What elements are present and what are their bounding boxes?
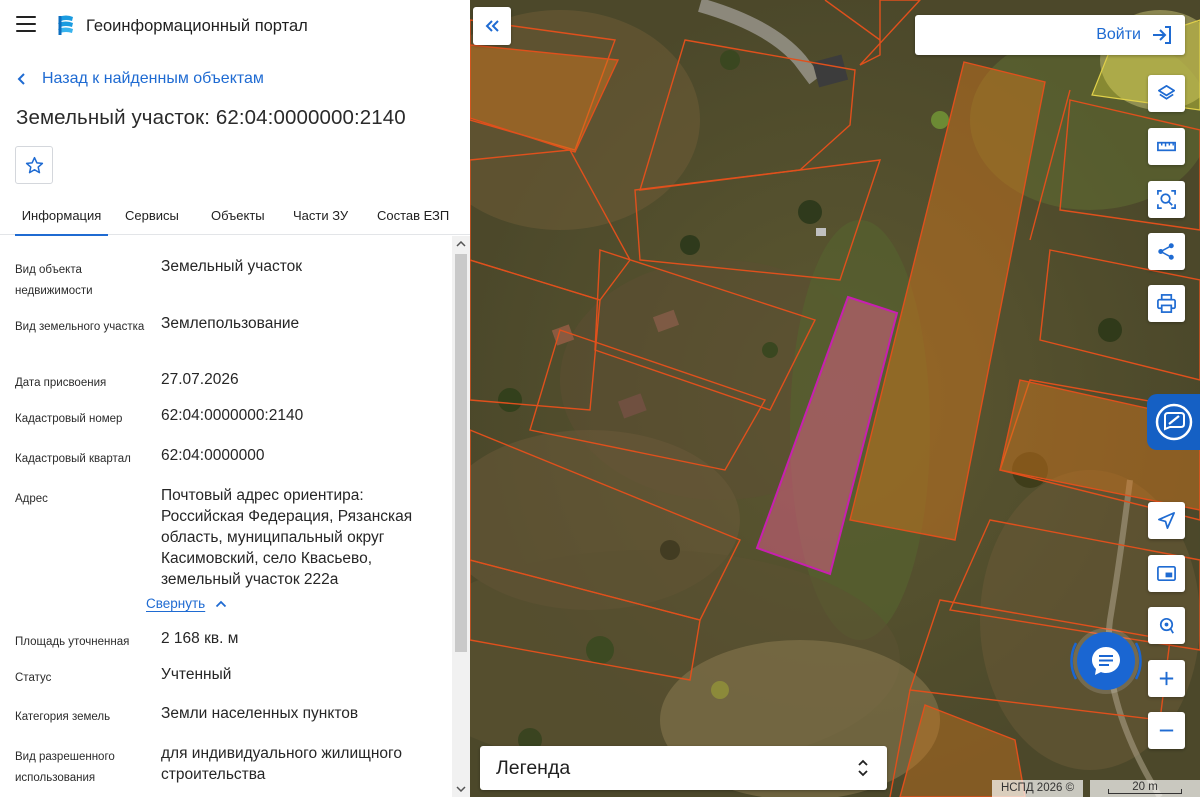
- share-icon: [1158, 243, 1174, 260]
- property-label: Вид земельного участка: [15, 321, 145, 333]
- property-value: Учтенный: [161, 666, 232, 683]
- print-icon: [1157, 294, 1176, 313]
- property-value: 62:04:0000000:2140: [161, 407, 304, 424]
- search-location-button[interactable]: [1148, 607, 1185, 644]
- property-value: Земли населенных пунктов: [161, 705, 359, 722]
- back-link-label: Назад к найденным объектам: [42, 70, 264, 87]
- property-label: Адрес: [15, 493, 48, 505]
- property-value: 2 168 кв. м: [161, 630, 239, 647]
- scroll-up-arrow-icon[interactable]: [452, 236, 470, 252]
- tab-objects[interactable]: Объекты: [211, 196, 265, 235]
- star-icon: [25, 156, 43, 173]
- tab-ezp-composition[interactable]: Состав ЕЗП: [377, 196, 449, 235]
- help-widget-button[interactable]: [1147, 394, 1200, 450]
- chat-bubble-icon: [1092, 647, 1120, 675]
- property-value: 27.07.2026: [161, 371, 239, 388]
- ruler-icon: [1157, 141, 1176, 152]
- panel-scrollbar[interactable]: [452, 236, 470, 797]
- login-button[interactable]: Войти: [915, 15, 1185, 55]
- property-value: Почтовый адрес ориентира: Российская Фед…: [161, 487, 413, 588]
- favorite-button[interactable]: [15, 146, 53, 184]
- chevron-up-icon: [216, 600, 227, 607]
- app-header: Геоинформационный портал: [0, 0, 470, 52]
- property-label: Вид разрешенного использования: [15, 751, 115, 784]
- area-search-icon: [1157, 190, 1176, 209]
- property-value: Земельный участок: [161, 258, 303, 275]
- print-button[interactable]: [1148, 285, 1185, 322]
- area-search-button[interactable]: [1148, 181, 1185, 218]
- property-label: Кадастровый номер: [15, 413, 123, 425]
- property-label: Статус: [15, 672, 52, 684]
- expand-collapse-icon: [858, 759, 868, 777]
- property-label: Кадастровый квартал: [15, 453, 131, 465]
- property-label: Категория земель: [15, 711, 111, 723]
- legend-label: Легенда: [496, 756, 571, 779]
- zoom-out-button[interactable]: [1148, 712, 1185, 749]
- property-value: для индивидуального жилищного строительс…: [161, 745, 402, 783]
- zoom-in-button[interactable]: [1148, 660, 1185, 697]
- search-location-icon: [1159, 617, 1174, 634]
- tab-information[interactable]: Информация: [15, 196, 108, 236]
- portal-logo[interactable]: [55, 14, 77, 38]
- property-label: Вид объекта недвижимости: [15, 264, 93, 297]
- share-button[interactable]: [1148, 233, 1185, 270]
- map-copyright: НСПД 2026 ©: [992, 780, 1083, 797]
- map-scale-bar: 20 m: [1090, 780, 1200, 797]
- login-label: Войти: [1096, 26, 1141, 43]
- property-label: Дата присвоения: [15, 377, 107, 389]
- sign-in-icon: [1153, 26, 1171, 44]
- map-view[interactable]: Войти Легенда НСПД 2026 © 20 m: [470, 0, 1200, 797]
- minus-icon: [1159, 729, 1174, 732]
- scale-line: [1108, 789, 1182, 794]
- minimap-icon: [1157, 565, 1176, 582]
- my-location-button[interactable]: [1148, 502, 1185, 539]
- collapse-label: Свернуть: [146, 596, 206, 611]
- info-tabs: Информация Сервисы Объекты Части ЗУ Сост…: [0, 196, 470, 236]
- info-panel: Геоинформационный портал Назад к найденн…: [0, 0, 470, 797]
- minimap-button[interactable]: [1148, 555, 1185, 592]
- property-value: 62:04:0000000: [161, 447, 265, 464]
- hamburger-icon[interactable]: [16, 16, 36, 32]
- tab-services[interactable]: Сервисы: [125, 196, 179, 235]
- locate-icon: [1158, 512, 1175, 529]
- collapse-address-link[interactable]: Свернуть: [146, 596, 227, 611]
- layers-icon: [1158, 85, 1175, 100]
- chat-button[interactable]: [1077, 632, 1135, 690]
- property-list: Вид объекта недвижимости Земельный участ…: [0, 236, 452, 797]
- tab-parcel-parts[interactable]: Части ЗУ: [293, 196, 348, 235]
- scroll-down-arrow-icon[interactable]: [452, 781, 470, 797]
- portal-title: Геоинформационный портал: [86, 17, 308, 35]
- ruler-button[interactable]: [1148, 128, 1185, 165]
- back-to-results-link[interactable]: Назад к найденным объектам: [16, 70, 264, 88]
- scrollbar-thumb[interactable]: [455, 254, 467, 652]
- property-value: Землепользование: [161, 315, 300, 332]
- double-chevron-left-icon: [485, 20, 499, 32]
- plus-icon: [1159, 671, 1174, 686]
- feedback-icon: [1155, 403, 1192, 441]
- chevron-left-icon: [17, 73, 25, 85]
- collapse-panel-button[interactable]: [473, 7, 511, 45]
- legend-toggle[interactable]: Легенда: [480, 746, 887, 790]
- object-title: Земельный участок: 62:04:0000000:2140: [16, 106, 406, 129]
- property-label: Площадь уточненная: [15, 636, 130, 648]
- layers-button[interactable]: [1148, 75, 1185, 112]
